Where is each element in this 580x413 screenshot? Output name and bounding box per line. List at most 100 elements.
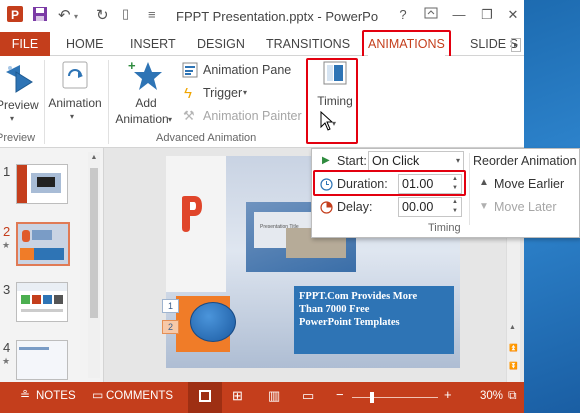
delay-clock-icon bbox=[320, 201, 333, 219]
customize-qat-icon[interactable]: ≡ bbox=[148, 7, 156, 22]
slide-sorter-icon[interactable]: ⊞ bbox=[232, 388, 243, 404]
trigger-icon: ϟ bbox=[184, 85, 192, 102]
scroll-up-icon[interactable]: ▲ bbox=[89, 154, 99, 164]
animation-styles-button[interactable]: Animation bbox=[48, 96, 102, 110]
fit-slide-icon[interactable]: ⧉ bbox=[508, 388, 517, 403]
start-select[interactable]: On Click ▾ bbox=[368, 151, 464, 171]
start-label: Start: bbox=[337, 154, 367, 168]
undo-icon[interactable]: ↶ bbox=[58, 6, 71, 24]
tab-transitions[interactable]: TRANSITIONS bbox=[266, 32, 350, 56]
ribbon-separator bbox=[44, 60, 45, 144]
move-earlier-button[interactable]: Move Earlier bbox=[494, 177, 564, 191]
animation-dropdown-icon[interactable]: ▾ bbox=[70, 112, 74, 121]
normal-view-button[interactable] bbox=[188, 382, 222, 413]
restore-button[interactable]: ❐ bbox=[476, 5, 498, 25]
powerpoint-logo-graphic bbox=[178, 194, 204, 234]
next-slide-icon[interactable]: ⏬ bbox=[509, 362, 518, 370]
reorder-animation-title: Reorder Animation bbox=[473, 154, 577, 168]
animation-tag-2[interactable]: 2 bbox=[162, 320, 179, 334]
notes-button[interactable]: NOTES bbox=[36, 390, 76, 402]
add-animation-button[interactable]: Animation bbox=[112, 112, 172, 126]
reading-view-icon[interactable]: ▥ bbox=[268, 388, 280, 404]
previous-slide-icon[interactable]: ⏫ bbox=[509, 344, 518, 352]
preview-button[interactable]: Preview bbox=[0, 98, 40, 112]
spin-down-icon[interactable]: ▼ bbox=[449, 207, 461, 216]
slide-thumbnail-pane: 1 2 ★ 3 4 ★ ▲ bbox=[0, 148, 104, 382]
redo-icon[interactable]: ↻ bbox=[96, 6, 109, 24]
undo-dropdown-icon[interactable]: ▾ bbox=[74, 12, 78, 21]
move-later-button[interactable]: Move Later bbox=[494, 200, 557, 214]
thumbnail-scrollbar[interactable]: ▲ bbox=[88, 152, 100, 378]
trigger-button[interactable]: Trigger bbox=[203, 86, 242, 100]
start-value: On Click bbox=[372, 154, 420, 168]
spin-up-icon[interactable]: ▲ bbox=[449, 198, 461, 207]
preview-dropdown-icon[interactable]: ▾ bbox=[10, 114, 14, 123]
thumbnail-scroll-thumb[interactable] bbox=[90, 168, 98, 318]
trigger-dropdown-icon[interactable]: ▾ bbox=[243, 88, 247, 97]
animation-tag-1[interactable]: 1 bbox=[162, 299, 179, 313]
ribbon-separator bbox=[108, 60, 109, 144]
blue-oval-shape[interactable] bbox=[190, 302, 236, 342]
add-animation-label-line1[interactable]: Add bbox=[120, 96, 172, 110]
animation-painter-icon: ⚒ bbox=[183, 108, 195, 123]
timing-group-label: Timing bbox=[428, 222, 461, 234]
move-earlier-icon: ▲ bbox=[479, 177, 489, 188]
delay-input[interactable]: 00.00 ▲ ▼ bbox=[398, 197, 462, 217]
thumbnail-number: 2 bbox=[3, 224, 11, 239]
slide-thumbnail-1[interactable] bbox=[16, 164, 68, 204]
touch-mode-icon[interactable]: ▯ bbox=[122, 6, 129, 22]
comments-button[interactable]: COMMENTS bbox=[106, 390, 173, 402]
slide-thumbnail-3[interactable] bbox=[16, 282, 68, 322]
start-icon: ▶ bbox=[322, 155, 330, 166]
headline-box[interactable]: FPPT.Com Provides More Than 7000 Free Po… bbox=[294, 286, 454, 354]
tab-file[interactable]: FILE bbox=[0, 32, 50, 56]
tab-insert[interactable]: INSERT bbox=[130, 32, 176, 56]
animation-star-icon: ★ bbox=[2, 240, 11, 250]
svg-text:+: + bbox=[128, 58, 136, 73]
thumbnail-number: 4 bbox=[3, 340, 11, 355]
add-animation-icon[interactable]: + bbox=[128, 58, 164, 94]
slide-thumbnail-2[interactable] bbox=[16, 222, 70, 266]
headline-line-2: Than 7000 Free bbox=[299, 304, 370, 315]
save-icon[interactable] bbox=[32, 6, 48, 26]
add-animation-dropdown-icon[interactable]: ▾ bbox=[168, 115, 172, 124]
tab-design[interactable]: DESIGN bbox=[197, 32, 245, 56]
start-dropdown-icon[interactable]: ▾ bbox=[456, 152, 460, 170]
slideshow-icon[interactable]: ▭ bbox=[302, 388, 314, 404]
preview-group-label: Preview bbox=[0, 132, 36, 144]
zoom-out-icon[interactable]: − bbox=[336, 387, 344, 402]
animation-painter-button[interactable]: Animation Painter bbox=[203, 109, 302, 123]
notes-icon: ≗ bbox=[20, 388, 31, 402]
help-button[interactable]: ? bbox=[392, 5, 414, 25]
slide-thumbnail-4[interactable] bbox=[16, 340, 68, 380]
ribbon-display-options-icon[interactable] bbox=[420, 5, 442, 25]
minimize-button[interactable]: — bbox=[448, 5, 470, 25]
window-title: FPPT Presentation.pptx - PowerPo bbox=[176, 9, 379, 24]
zoom-level[interactable]: 30% bbox=[480, 390, 503, 402]
timing-button-highlight bbox=[306, 58, 358, 144]
animation-pane-icon bbox=[182, 62, 198, 83]
powerpoint-logo-icon: P bbox=[6, 5, 24, 27]
tab-home[interactable]: HOME bbox=[66, 32, 104, 56]
animation-styles-icon[interactable] bbox=[58, 60, 92, 90]
duration-highlight bbox=[313, 170, 466, 196]
delay-spinner[interactable]: ▲ ▼ bbox=[449, 198, 461, 216]
tab-scroll-right-icon[interactable]: ▸ bbox=[511, 38, 521, 52]
thumbnail-number: 3 bbox=[3, 282, 11, 297]
title-bar: P ↶ ▾ ↻ ▯ ≡ FPPT Presentation.pptx - Pow… bbox=[0, 0, 524, 32]
advanced-animation-group-label: Advanced Animation bbox=[156, 132, 257, 144]
close-icon[interactable]: ✕ bbox=[502, 5, 524, 25]
zoom-in-icon[interactable]: + bbox=[444, 387, 452, 402]
animation-pane-button[interactable]: Animation Pane bbox=[203, 63, 291, 77]
preview-icon[interactable] bbox=[2, 62, 38, 96]
ribbon-panel: Preview ▾ Preview Animation ▾ + Add Anim… bbox=[0, 56, 524, 148]
scroll-up-icon[interactable]: ▲ bbox=[509, 324, 516, 331]
headline-line-1: FPPT.Com Provides More bbox=[299, 291, 418, 302]
headline-line-3: PowerPoint Templates bbox=[299, 317, 400, 328]
svg-text:P: P bbox=[11, 8, 19, 22]
status-bar: ≗ NOTES ▭ COMMENTS ⊞ ▥ ▭ − + 30% ⧉ bbox=[0, 382, 524, 413]
zoom-slider-thumb[interactable] bbox=[370, 392, 374, 403]
zoom-slider[interactable] bbox=[352, 397, 438, 398]
thumbnail-number: 1 bbox=[3, 164, 11, 179]
popup-separator bbox=[469, 153, 470, 225]
